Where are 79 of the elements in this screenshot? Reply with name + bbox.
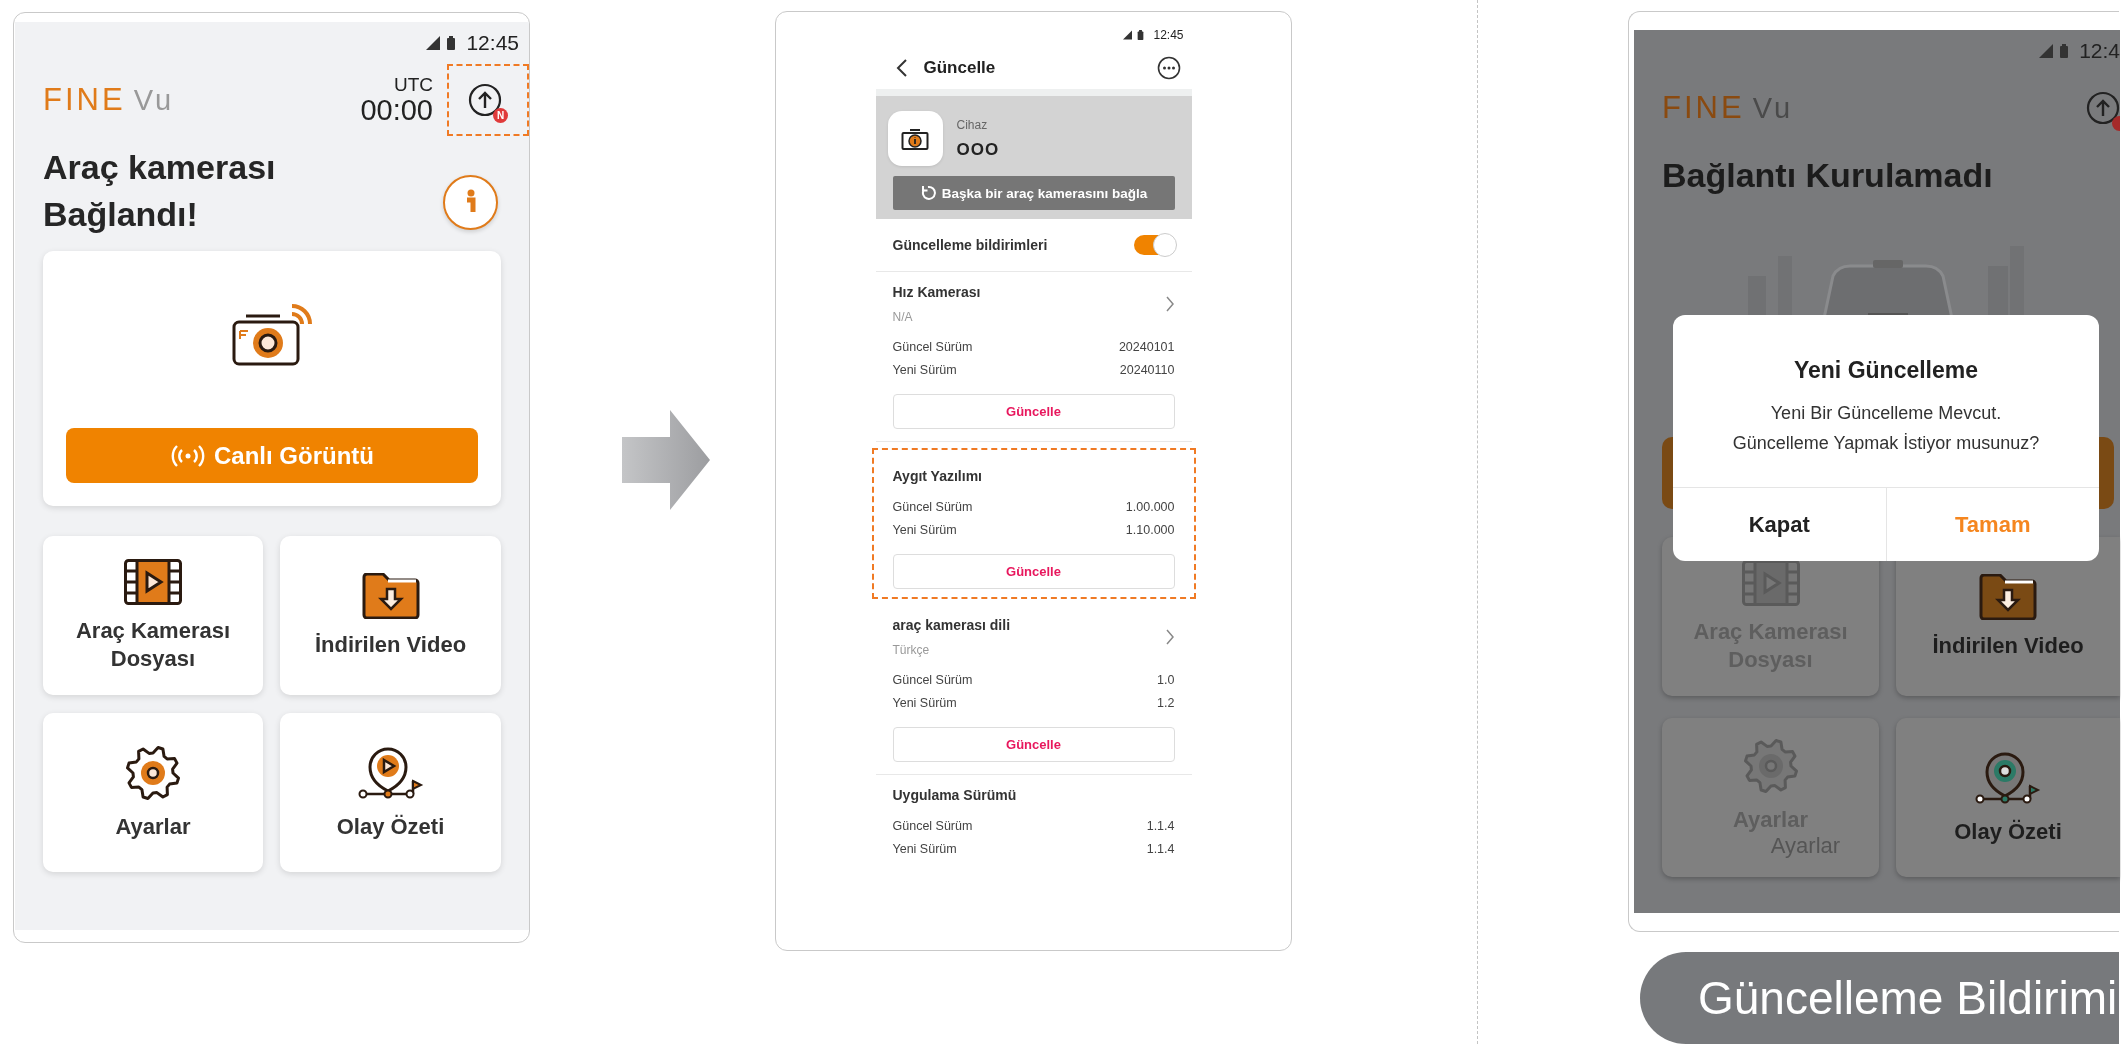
chevron-right-icon <box>1164 295 1175 313</box>
status-time: 12:45 <box>1153 28 1184 42</box>
version-value: 20240110 <box>1119 362 1175 379</box>
screen-title: Bağlantı Kurulamadı <box>1662 155 1993 196</box>
version-value: 1.10.000 <box>1125 522 1175 539</box>
battery-icon <box>2059 44 2070 58</box>
right-arrow-icon <box>622 410 710 510</box>
utc-time: 00:00 <box>360 96 433 125</box>
camera-wifi-icon <box>230 303 314 367</box>
version-value: 1.00.000 <box>1125 499 1175 516</box>
signal-icon <box>2039 44 2054 58</box>
refresh-icon <box>919 185 936 201</box>
gear-icon <box>1742 737 1799 794</box>
menu-tile[interactable]: Ayarlar <box>43 713 263 872</box>
notification-toggle[interactable] <box>1133 235 1175 255</box>
folder-download-icon <box>361 572 420 619</box>
gear-icon <box>125 744 181 801</box>
film-icon <box>1741 559 1800 606</box>
signal-icon <box>426 36 441 50</box>
version-label: Güncel Sürüm <box>892 672 973 689</box>
update-button[interactable]: Güncelle <box>892 727 1175 762</box>
more-button[interactable] <box>1156 56 1181 80</box>
menu-tile[interactable]: İndirilen Video <box>280 536 501 695</box>
status-time: 12:45 <box>466 31 519 55</box>
menu-tile[interactable]: Olay Özeti <box>280 713 501 872</box>
back-button[interactable] <box>895 58 908 78</box>
upload-icon <box>2086 91 2120 125</box>
version-label: Yeni Sürüm <box>892 362 957 379</box>
section-subtitle: N/A <box>892 310 914 324</box>
menu-tile[interactable]: Olay Özeti <box>1896 718 2120 877</box>
section-title: araç kamerası dili <box>892 617 1011 633</box>
film-icon <box>124 558 182 605</box>
version-value: 1.0 <box>1157 672 1175 689</box>
battery-icon <box>446 36 457 50</box>
update-button[interactable]: Güncelle <box>892 554 1175 589</box>
new-badge: N <box>493 108 508 123</box>
dialog-title: Yeni Güncelleme <box>1793 357 1979 384</box>
broadcast-icon <box>170 443 206 468</box>
device-label: Cihaz <box>956 117 989 132</box>
version-value: 1.1.4 <box>1146 841 1175 858</box>
screen-title: Güncelle <box>923 58 997 78</box>
info-button[interactable] <box>443 174 498 230</box>
camera-info-icon <box>901 126 929 151</box>
version-label: Güncel Sürüm <box>892 339 973 356</box>
setting-label: Güncelleme bildirimleri <box>892 237 1048 253</box>
version-value: 20240101 <box>1118 339 1175 356</box>
section-title: Aygıt Yazılımı <box>892 468 982 484</box>
utc-label: UTC <box>393 75 433 94</box>
chevron-left-icon <box>895 58 908 78</box>
logo: FINE Vu <box>43 82 176 118</box>
version-label: Yeni Sürüm <box>892 695 957 712</box>
new-badge <box>2112 116 2120 131</box>
version-label: Yeni Sürüm <box>892 841 957 858</box>
reconnect-button[interactable]: Başka bir araç kamerasını bağla <box>892 176 1175 210</box>
dialog-message: Yeni Bir Güncelleme Mevcut. Güncelleme Yapmak İstiyor musunuz? <box>1732 402 2040 455</box>
version-label: Yeni Sürüm <box>892 522 957 539</box>
version-value: 1.2 <box>1157 695 1175 712</box>
dialog-button[interactable]: Tamam <box>1885 488 2099 561</box>
chevron-right-icon <box>1164 628 1175 646</box>
section-title: Uygulama Sürümü <box>892 787 1017 803</box>
signal-icon <box>1123 30 1133 40</box>
version-label: Güncel Sürüm <box>892 499 973 516</box>
upload-icon <box>468 83 502 117</box>
caption-pill: Güncelleme Bildirimi <box>1640 952 2119 1044</box>
battery-icon <box>1136 30 1146 40</box>
update-button[interactable]: N <box>468 83 508 123</box>
section-title: Hız Kamerası <box>892 284 981 300</box>
update-button[interactable]: Güncelle <box>892 394 1175 429</box>
status-time: 12:4 <box>2079 39 2120 63</box>
update-button[interactable] <box>2086 91 2120 131</box>
more-icon <box>1156 56 1181 80</box>
version-value: 1.1.4 <box>1146 818 1175 835</box>
version-label: Güncel Sürüm <box>892 818 973 835</box>
device-name: OOO <box>956 139 1000 160</box>
section-subtitle: Türkçe <box>892 643 931 657</box>
menu-tile[interactable]: Araç Kamerası Dosyası <box>43 536 263 695</box>
live-view-button[interactable]: Canlı Görüntü <box>66 428 478 483</box>
screen-title: Araç kamerası Bağlandı! <box>43 147 276 235</box>
folder-download-icon <box>1979 573 2037 620</box>
